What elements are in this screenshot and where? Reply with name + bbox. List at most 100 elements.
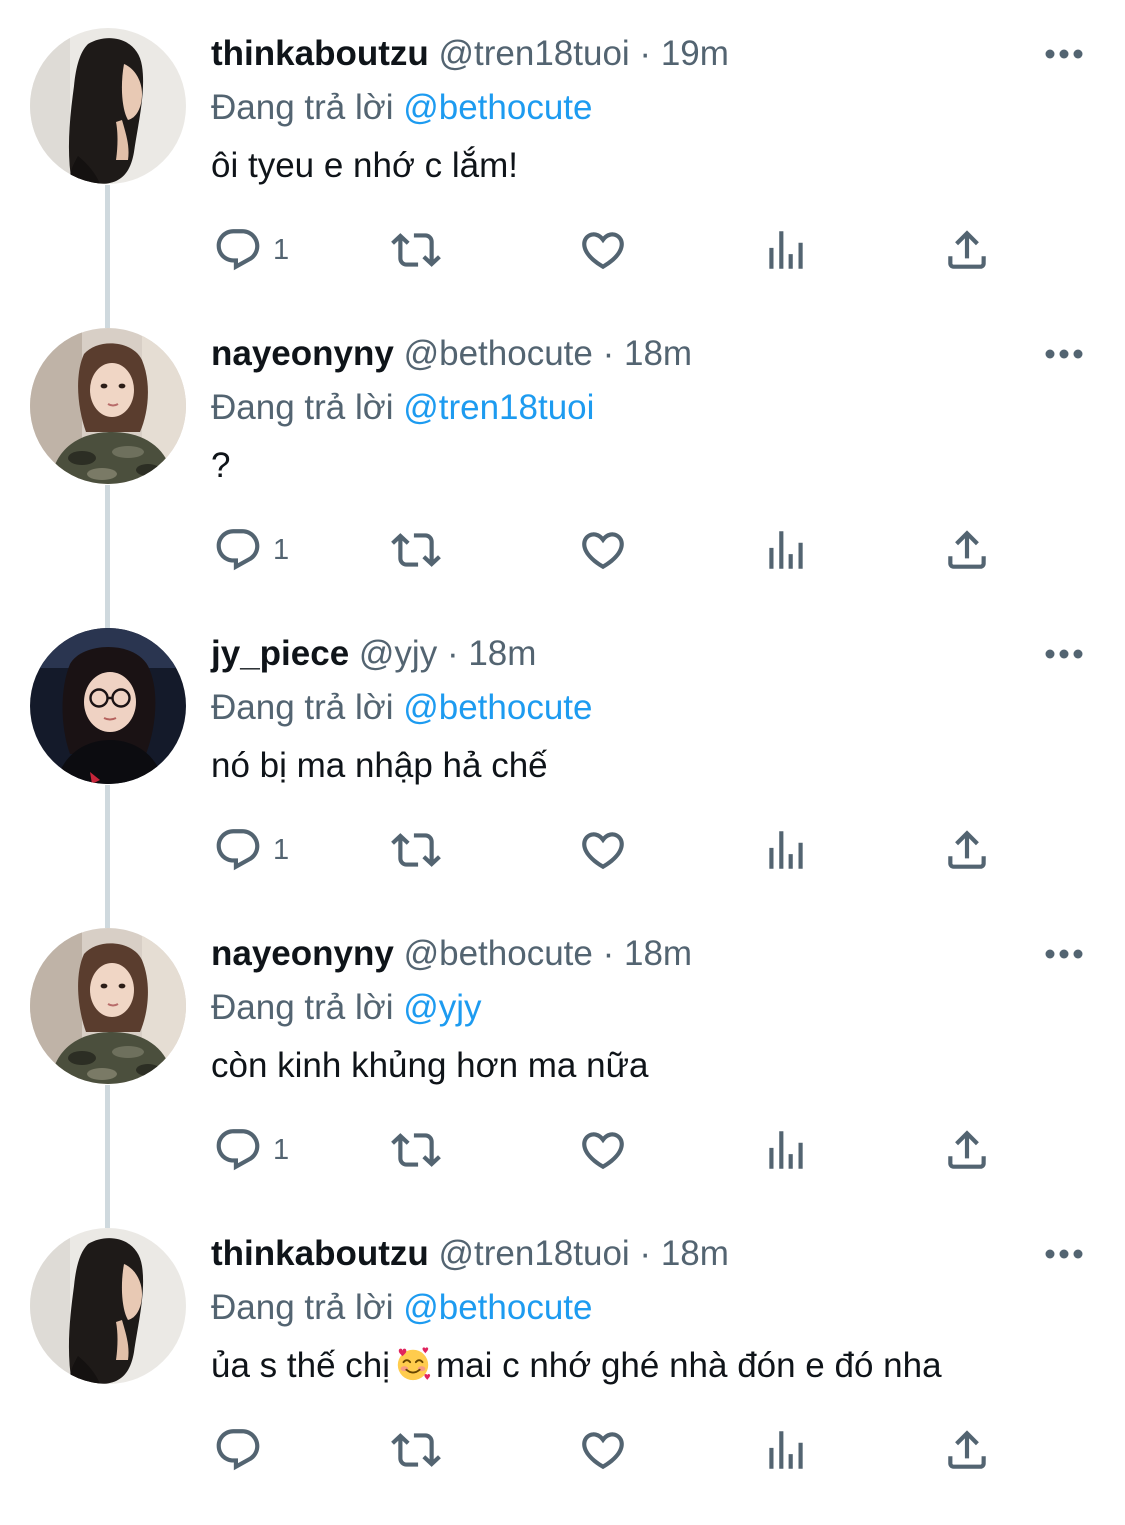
timestamp[interactable]: 18m [468, 634, 536, 673]
reply-count: 1 [273, 233, 290, 266]
more-horizontal-icon[interactable] [1043, 1239, 1085, 1269]
thread-connector-line [105, 185, 110, 328]
display-name[interactable]: thinkaboutzu [211, 1234, 429, 1273]
share-upload-icon [942, 225, 992, 275]
tweet-text: ôi tyeu e nhớ c lắm! [211, 146, 518, 185]
tweet[interactable]: nayeonyny @bethocute · 18m Đang trả lời … [0, 925, 1125, 1228]
views-bar-chart-icon [761, 225, 811, 275]
user-handle[interactable]: @tren18tuoi [438, 1234, 629, 1273]
views-button[interactable] [761, 1420, 811, 1480]
tweet[interactable]: jy_piece @yjy · 18m Đang trả lời @bethoc… [0, 625, 1125, 928]
separator-dot: · [639, 1234, 652, 1273]
avatar[interactable] [30, 328, 186, 484]
replying-to-link[interactable]: @bethocute [403, 88, 592, 127]
tweet[interactable]: nayeonyny @bethocute · 18m Đang trả lời … [0, 325, 1125, 628]
reply-button[interactable]: 1 [213, 220, 289, 280]
retweet-button[interactable] [391, 1420, 441, 1480]
retweet-icon [391, 1125, 441, 1175]
share-button[interactable] [942, 220, 992, 280]
retweet-button[interactable] [391, 520, 441, 580]
views-button[interactable] [761, 820, 811, 880]
more-horizontal-icon[interactable] [1043, 939, 1085, 969]
views-button[interactable] [761, 220, 811, 280]
separator-dot: · [639, 34, 652, 73]
display-name[interactable]: jy_piece [211, 634, 349, 673]
user-handle[interactable]: @bethocute [404, 934, 593, 973]
tweet-content: nayeonyny @bethocute · 18m Đang trả lời … [211, 925, 1095, 1091]
share-upload-icon [942, 1425, 992, 1475]
tweet[interactable]: thinkaboutzu @tren18tuoi · 18m Đang trả … [0, 1225, 1125, 1525]
replying-to: Đang trả lời @yjy [211, 983, 1095, 1033]
replying-to-link[interactable]: @tren18tuoi [403, 388, 594, 427]
user-handle[interactable]: @yjy [359, 634, 437, 673]
user-handle[interactable]: @tren18tuoi [438, 34, 629, 73]
replying-to-link[interactable]: @bethocute [403, 688, 592, 727]
display-name[interactable]: nayeonyny [211, 934, 394, 973]
views-bar-chart-icon [761, 1425, 811, 1475]
timestamp[interactable]: 18m [661, 1234, 729, 1273]
reply-bubble-icon [213, 225, 263, 275]
reply-button[interactable] [213, 1420, 273, 1480]
reply-bubble-icon [213, 1425, 263, 1475]
like-button[interactable] [578, 1120, 628, 1180]
tweet[interactable]: thinkaboutzu @tren18tuoi · 19m Đang trả … [0, 25, 1125, 328]
views-button[interactable] [761, 1120, 811, 1180]
tweet-header: thinkaboutzu @tren18tuoi · 19m [211, 25, 1095, 83]
reply-button[interactable]: 1 [213, 820, 289, 880]
avatar[interactable] [30, 628, 186, 784]
share-button[interactable] [942, 1420, 992, 1480]
display-name[interactable]: nayeonyny [211, 334, 394, 373]
replying-to-label: Đang trả lời [211, 1288, 394, 1327]
replying-to-link[interactable]: @bethocute [403, 1288, 592, 1327]
replying-to: Đang trả lời @bethocute [211, 83, 1095, 133]
timestamp[interactable]: 18m [624, 934, 692, 973]
user-handle[interactable]: @bethocute [404, 334, 593, 373]
replying-to: Đang trả lời @bethocute [211, 1283, 1095, 1333]
retweet-button[interactable] [391, 820, 441, 880]
tweet-text: ? [211, 446, 231, 485]
views-button[interactable] [761, 520, 811, 580]
avatar[interactable] [30, 28, 186, 184]
tweet-text-before-emoji: ủa s thế chị [211, 1346, 390, 1385]
share-button[interactable] [942, 1120, 992, 1180]
avatar-image [30, 328, 186, 484]
avatar[interactable] [30, 1228, 186, 1384]
separator-dot: · [602, 934, 615, 973]
share-button[interactable] [942, 520, 992, 580]
smiling-face-with-hearts-icon [394, 1345, 432, 1383]
replying-to: Đang trả lời @tren18tuoi [211, 383, 1095, 433]
retweet-button[interactable] [391, 220, 441, 280]
tweet-text: còn kinh khủng hơn ma nữa [211, 1046, 649, 1085]
tweet-content: thinkaboutzu @tren18tuoi · 19m Đang trả … [211, 25, 1095, 191]
like-button[interactable] [578, 220, 628, 280]
reply-button[interactable]: 1 [213, 1120, 289, 1180]
like-button[interactable] [578, 820, 628, 880]
avatar-image [30, 1228, 186, 1384]
retweet-button[interactable] [391, 1120, 441, 1180]
reply-bubble-icon [213, 825, 263, 875]
reply-button[interactable]: 1 [213, 520, 289, 580]
like-button[interactable] [578, 1420, 628, 1480]
retweet-icon [391, 825, 441, 875]
share-button[interactable] [942, 820, 992, 880]
timestamp[interactable]: 19m [661, 34, 729, 73]
more-horizontal-icon[interactable] [1043, 639, 1085, 669]
display-name[interactable]: thinkaboutzu [211, 34, 429, 73]
reply-count: 1 [273, 833, 290, 866]
replying-to-link[interactable]: @yjy [403, 988, 481, 1027]
tweet-header: jy_piece @yjy · 18m [211, 625, 1095, 683]
like-button[interactable] [578, 520, 628, 580]
views-bar-chart-icon [761, 1125, 811, 1175]
avatar[interactable] [30, 928, 186, 1084]
heart-icon [578, 525, 628, 575]
share-upload-icon [942, 525, 992, 575]
avatar-image [30, 28, 186, 184]
timestamp[interactable]: 18m [624, 334, 692, 373]
tweet-actions: 1 [211, 520, 1001, 580]
separator-dot: · [446, 634, 459, 673]
more-horizontal-icon[interactable] [1043, 39, 1085, 69]
reply-thread: thinkaboutzu @tren18tuoi · 19m Đang trả … [0, 0, 1125, 1509]
avatar-image [30, 928, 186, 1084]
more-horizontal-icon[interactable] [1043, 339, 1085, 369]
tweet-header: thinkaboutzu @tren18tuoi · 18m [211, 1225, 1095, 1283]
